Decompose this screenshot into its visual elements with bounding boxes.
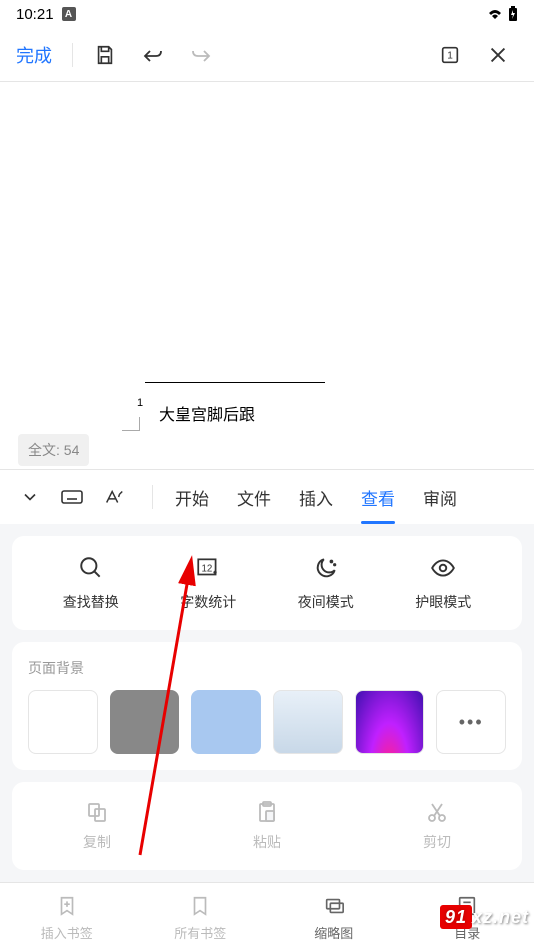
tab-file[interactable]: 文件 (223, 470, 285, 524)
keyboard-icon[interactable] (54, 479, 90, 515)
nav-thumbnails[interactable]: 缩略图 (267, 895, 401, 942)
eye-mode-button[interactable]: 护眼模式 (385, 554, 503, 612)
tab-view[interactable]: 查看 (347, 470, 409, 524)
tab-review[interactable]: 审阅 (409, 470, 471, 524)
clipboard-actions: 复制 粘贴 剪切 (12, 782, 522, 870)
moon-icon (313, 554, 339, 582)
ribbon-tabs: 开始 文件 插入 查看 审阅 (0, 470, 534, 524)
paste-button[interactable]: 粘贴 (182, 800, 352, 852)
bg-more[interactable]: ••• (436, 690, 506, 754)
bookmark-add-icon (56, 895, 78, 917)
tab-insert[interactable]: 插入 (285, 470, 347, 524)
bookmark-icon (189, 895, 211, 917)
page-indicator[interactable]: 1 (430, 35, 470, 75)
svg-text:12: 12 (202, 563, 213, 574)
bg-blue[interactable] (191, 690, 261, 754)
nav-insert-bookmark[interactable]: 插入书签 (0, 895, 134, 942)
cut-button[interactable]: 剪切 (352, 800, 522, 852)
find-replace-button[interactable]: 查找替换 (32, 554, 150, 612)
status-bar: 10:21 A (0, 0, 534, 28)
top-toolbar: 完成 1 (0, 28, 534, 82)
done-button[interactable]: 完成 (16, 42, 52, 68)
view-tools: 查找替换 12 字数统计 夜间模式 护眼模式 (12, 536, 522, 630)
undo-button[interactable] (133, 35, 173, 75)
bg-label: 页面背景 (28, 658, 506, 678)
tab-start[interactable]: 开始 (161, 470, 223, 524)
night-mode-button[interactable]: 夜间模式 (267, 554, 385, 612)
wordcount-icon: 12 (195, 554, 221, 582)
collapse-icon[interactable] (12, 479, 48, 515)
footnote-marker: 1 (137, 397, 143, 409)
bottom-panel: 开始 文件 插入 查看 审阅 查找替换 12 字数统计 夜间模式 (0, 469, 534, 950)
paste-icon (255, 800, 279, 824)
word-count-badge[interactable]: 全文: 54 (18, 434, 89, 466)
word-count-button[interactable]: 12 字数统计 (150, 554, 268, 612)
eye-icon (429, 554, 457, 582)
bg-gray[interactable] (110, 690, 180, 754)
doc-separator-line (145, 382, 325, 383)
status-time: 10:21 (16, 6, 54, 23)
nav-all-bookmarks[interactable]: 所有书签 (134, 895, 268, 942)
document-canvas[interactable]: 1 大皇宫脚后跟 全文: 54 (0, 82, 534, 482)
save-button[interactable] (85, 35, 125, 75)
status-app-icon: A (62, 7, 76, 21)
thumbnail-icon (323, 895, 345, 917)
copy-icon (85, 800, 109, 824)
document-text: 1 大皇宫脚后跟 (145, 401, 325, 425)
copy-button[interactable]: 复制 (12, 800, 182, 852)
divider (152, 485, 153, 509)
watermark: 9191xz.netxz.net (440, 907, 529, 928)
battery-icon (508, 6, 518, 22)
svg-text:1: 1 (447, 50, 453, 61)
redo-button[interactable] (181, 35, 221, 75)
tools-icon[interactable] (96, 479, 132, 515)
bg-sky[interactable] (273, 690, 343, 754)
search-icon (78, 554, 104, 582)
close-button[interactable] (478, 35, 518, 75)
doc-corner (122, 417, 140, 431)
divider (72, 43, 73, 67)
wifi-icon (486, 7, 504, 21)
bg-purple[interactable] (355, 690, 425, 754)
bg-white[interactable] (28, 690, 98, 754)
page-background-section: 页面背景 ••• (12, 642, 522, 770)
cut-icon (425, 800, 449, 824)
